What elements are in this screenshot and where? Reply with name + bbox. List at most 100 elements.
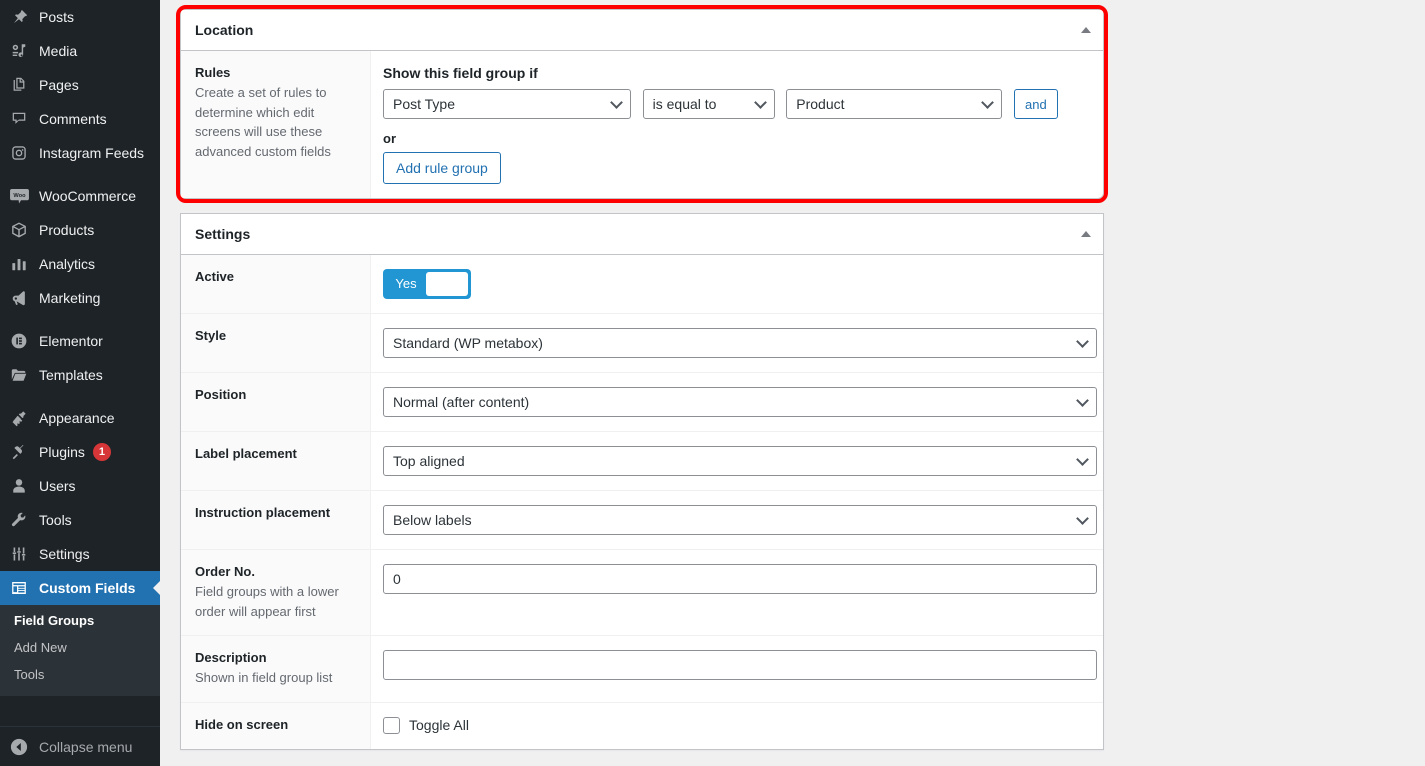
sidebar-item-appearance[interactable]: Appearance	[0, 401, 160, 435]
custom-fields-icon	[8, 578, 30, 598]
sidebar-item-label: Media	[39, 43, 78, 59]
sidebar-item-posts[interactable]: Posts	[0, 0, 160, 34]
settings-row-title: Description	[195, 650, 267, 665]
settings-row-title: Style	[195, 328, 227, 343]
sidebar-item-tools[interactable]: Tools	[0, 503, 160, 537]
settings-row-label-cell: Style	[181, 314, 371, 372]
rules-label-cell: Rules Create a set of rules to determine…	[181, 51, 371, 198]
add-rule-group-button[interactable]: Add rule group	[383, 152, 501, 184]
style-select[interactable]: Standard (WP metabox)	[383, 328, 1097, 358]
sidebar-separator	[0, 170, 160, 179]
sidebar-item-label: Comments	[39, 111, 107, 127]
plugins-icon	[8, 442, 30, 462]
active-toggle[interactable]: Yes	[383, 269, 471, 299]
settings-panel: Settings Active Yes Style Standard (WP meta…	[180, 213, 1104, 750]
chevron-up-icon[interactable]	[1081, 27, 1091, 33]
sidebar-item-custom-fields[interactable]: Custom Fields	[0, 571, 160, 605]
sidebar-item-label: Templates	[39, 367, 103, 383]
settings-row-field-cell	[371, 636, 1109, 702]
sidebar-item-media[interactable]: Media	[0, 34, 160, 68]
settings-panel-header[interactable]: Settings	[181, 214, 1103, 255]
select-value: Top aligned	[393, 453, 465, 469]
toggle-on-label: Yes	[395, 276, 417, 291]
submenu-item-tools[interactable]: Tools	[0, 661, 160, 688]
order-no-input[interactable]	[383, 564, 1097, 594]
sidebar-item-users[interactable]: Users	[0, 469, 160, 503]
admin-sidebar: Posts Media Pages Comments Instagram Feeds Wo…	[0, 0, 160, 766]
svg-text:Woo: Woo	[13, 193, 26, 199]
settings-row-field-cell: Below labels	[371, 491, 1109, 549]
templates-icon	[8, 365, 30, 385]
and-button[interactable]: and	[1013, 89, 1058, 119]
description-input[interactable]	[383, 650, 1097, 680]
rules-description: Create a set of rules to determine which…	[195, 85, 331, 159]
sidebar-item-elementor[interactable]: Elementor	[0, 324, 160, 358]
settings-row-title: Order No.	[195, 564, 255, 579]
users-icon	[8, 476, 30, 496]
settings-row: Style Standard (WP metabox)	[181, 314, 1103, 373]
sidebar-item-label: Plugins	[39, 444, 85, 460]
settings-row-title: Instruction placement	[195, 505, 331, 520]
woocommerce-icon: Woo	[8, 186, 30, 206]
settings-row-title: Active	[195, 269, 235, 284]
sidebar-item-marketing[interactable]: Marketing	[0, 281, 160, 315]
settings-panel-title: Settings	[195, 226, 251, 242]
sidebar-item-label: Settings	[39, 546, 90, 562]
location-panel: Location Rules Create a set of rules to …	[176, 5, 1108, 203]
hide-on-screen-row: Toggle All	[383, 716, 1091, 734]
submenu-item-field-groups[interactable]: Field Groups	[0, 607, 160, 634]
sidebar-item-settings[interactable]: Settings	[0, 537, 160, 571]
sidebar-item-label: Pages	[39, 77, 79, 93]
sidebar-item-label: WooCommerce	[39, 188, 136, 204]
settings-row-field-cell: Normal (after content)	[371, 373, 1109, 431]
pin-icon	[8, 7, 30, 27]
rule-value-select[interactable]: Product	[786, 89, 1003, 119]
toggle-all-label: Toggle All	[409, 717, 469, 733]
rule-operator-select[interactable]: is equal to	[642, 89, 775, 119]
instruction-placement-select[interactable]: Below labels	[383, 505, 1097, 535]
sidebar-item-pages[interactable]: Pages	[0, 68, 160, 102]
sidebar-item-products[interactable]: Products	[0, 213, 160, 247]
settings-row: Instruction placement Below labels	[181, 491, 1103, 550]
location-panel-header[interactable]: Location	[181, 10, 1103, 51]
update-count-badge: 1	[92, 443, 111, 461]
sidebar-item-instagram-feeds[interactable]: Instagram Feeds	[0, 136, 160, 170]
settings-row: Description Shown in field group list	[181, 636, 1103, 703]
rules-field-cell: Show this field group if Post Type is eq…	[371, 51, 1103, 198]
sidebar-item-label: Products	[39, 222, 95, 238]
sidebar-item-label: Custom Fields	[39, 580, 136, 596]
sidebar-item-plugins[interactable]: Plugins 1	[0, 435, 160, 469]
or-label: or	[383, 131, 396, 146]
settings-row: Order No. Field groups with a lower order…	[181, 550, 1103, 636]
sidebar-item-label: Users	[39, 478, 76, 494]
marketing-icon	[8, 288, 30, 308]
hide-on-screen-toggle-all[interactable]	[383, 716, 400, 734]
panel-gap	[180, 199, 1425, 213]
settings-row: Position Normal (after content)	[181, 373, 1103, 432]
collapse-menu-button[interactable]: Collapse menu	[0, 726, 160, 766]
rule-operator-value: is equal to	[652, 96, 717, 112]
submenu-item-add-new[interactable]: Add New	[0, 634, 160, 661]
rule-param-value: Post Type	[393, 96, 456, 112]
sidebar-item-analytics[interactable]: Analytics	[0, 247, 160, 281]
settings-row-field-cell: Top aligned	[371, 432, 1109, 490]
sidebar-item-templates[interactable]: Templates	[0, 358, 160, 392]
sidebar-item-woocommerce[interactable]: Woo WooCommerce	[0, 179, 160, 213]
settings-row-description: Shown in field group list	[195, 670, 333, 685]
settings-row-field-cell: Toggle All	[371, 703, 1103, 749]
label-placement-select[interactable]: Top aligned	[383, 446, 1097, 476]
settings-row-title: Position	[195, 387, 247, 402]
sidebar-separator	[0, 392, 160, 401]
pages-icon	[8, 75, 30, 95]
select-value: Standard (WP metabox)	[393, 335, 543, 351]
chevron-up-icon[interactable]	[1081, 231, 1091, 237]
elementor-icon	[8, 331, 30, 351]
location-panel-title: Location	[195, 22, 254, 38]
sidebar-item-comments[interactable]: Comments	[0, 102, 160, 136]
admin-screen: Posts Media Pages Comments Instagram Feeds Wo…	[0, 0, 1425, 766]
rule-param-select[interactable]: Post Type	[383, 89, 631, 119]
settings-row-description: Field groups with a lower order will app…	[195, 584, 339, 619]
position-select[interactable]: Normal (after content)	[383, 387, 1097, 417]
sidebar-item-label: Tools	[39, 512, 72, 528]
settings-row-label-cell: Instruction placement	[181, 491, 371, 549]
